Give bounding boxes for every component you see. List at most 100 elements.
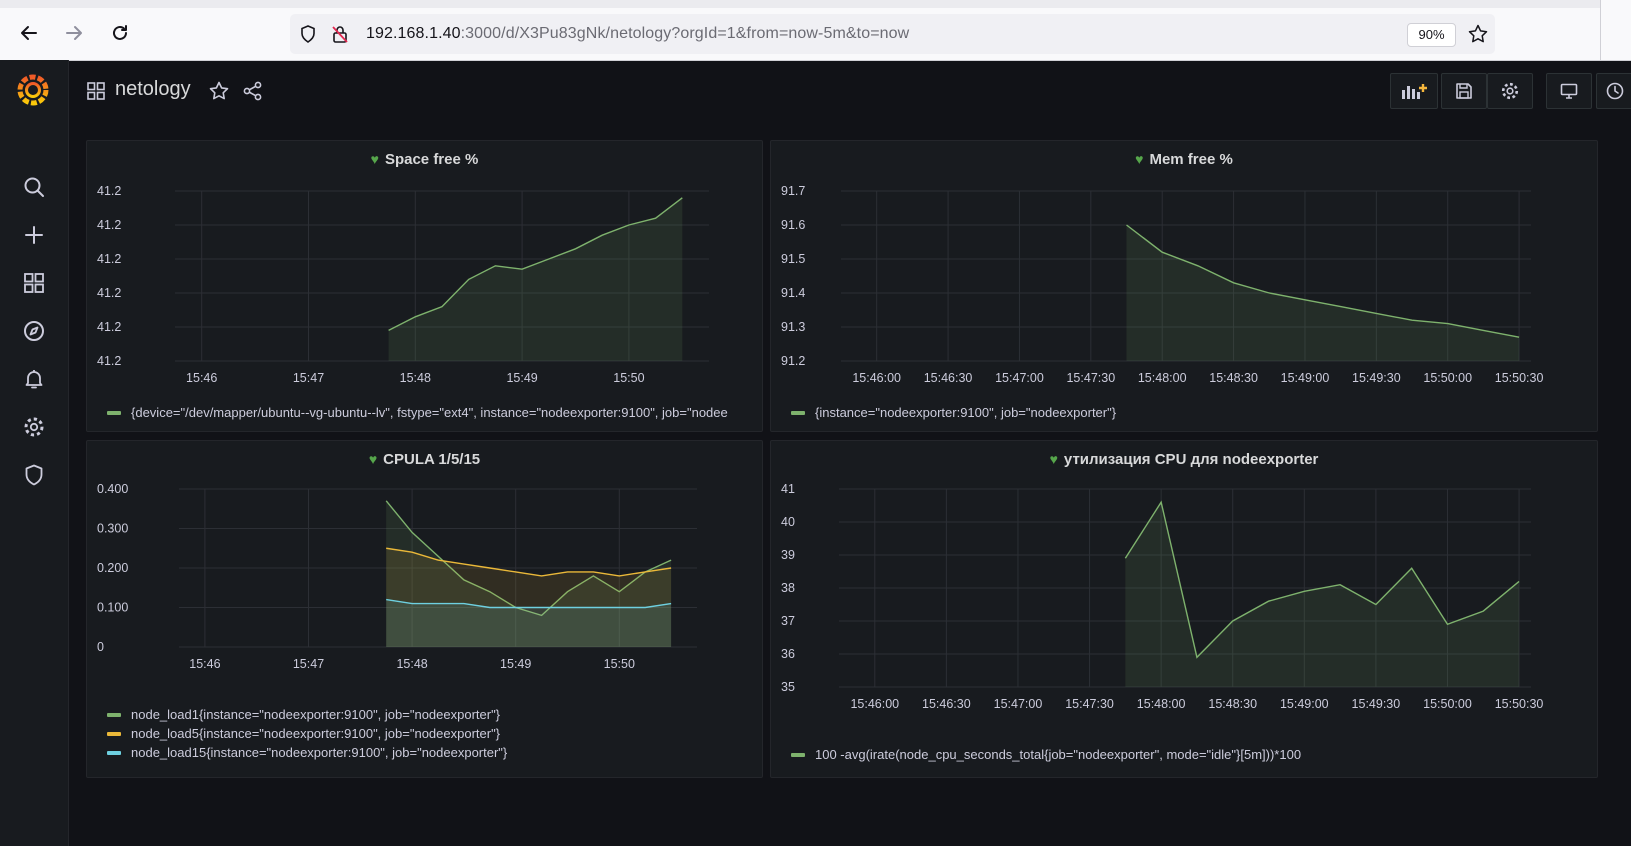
back-button[interactable] (14, 18, 44, 48)
data-point[interactable] (1410, 319, 1413, 322)
data-point[interactable] (436, 602, 439, 605)
dashboards-grid-icon[interactable] (19, 268, 49, 298)
data-point[interactable] (436, 559, 439, 562)
data-point[interactable] (440, 305, 443, 308)
legend-item[interactable]: {instance="nodeexporter:9100", job="node… (791, 403, 1571, 422)
panel-cpu-utilization[interactable]: ♥ утилизация CPU для nodeexporter 35 36 37 3… (770, 440, 1598, 778)
share-icon[interactable] (242, 80, 264, 102)
data-point[interactable] (1195, 656, 1198, 659)
data-point[interactable] (1339, 583, 1342, 586)
dashboard-settings-button[interactable] (1487, 73, 1533, 109)
data-point[interactable] (644, 606, 647, 609)
data-point[interactable] (1482, 329, 1485, 332)
data-point[interactable] (627, 223, 630, 226)
reload-button[interactable] (105, 18, 135, 48)
data-point[interactable] (514, 606, 517, 609)
compass-explore-icon[interactable] (19, 316, 49, 346)
data-point[interactable] (411, 602, 414, 605)
data-point[interactable] (566, 570, 569, 573)
data-point[interactable] (1125, 223, 1128, 226)
data-point[interactable] (488, 606, 491, 609)
time-picker-button[interactable] (1596, 73, 1631, 109)
data-point[interactable] (540, 574, 543, 577)
save-dashboard-button[interactable] (1441, 73, 1487, 109)
data-point[interactable] (1339, 305, 1342, 308)
data-point[interactable] (1446, 322, 1449, 325)
data-point[interactable] (618, 574, 621, 577)
cycle-view-mode-button[interactable] (1546, 73, 1592, 109)
legend-item[interactable]: {device="/dev/mapper/ubuntu--vg-ubuntu--… (107, 403, 747, 422)
search-icon[interactable] (19, 172, 49, 202)
data-point[interactable] (670, 566, 673, 569)
insecure-lock-icon[interactable] (330, 24, 350, 44)
legend-item[interactable]: node_load5{instance="nodeexporter:9100",… (107, 724, 747, 743)
data-point[interactable] (670, 559, 673, 562)
bookmark-star-icon[interactable] (1467, 23, 1489, 45)
data-point[interactable] (385, 547, 388, 550)
space-free-chart[interactable]: 41.2 41.2 41.2 41.2 41.2 41.2 15:46 15:47 15:48 1… (87, 141, 762, 431)
data-point[interactable] (514, 570, 517, 573)
data-point[interactable] (540, 606, 543, 609)
data-point[interactable] (1374, 603, 1377, 606)
data-point[interactable] (601, 234, 604, 237)
data-point[interactable] (436, 555, 439, 558)
cpu-utilization-chart[interactable]: 35 36 37 38 39 40 41 15:46:00 15:46:30 15:47:00 15… (771, 441, 1597, 777)
data-point[interactable] (681, 196, 684, 199)
data-point[interactable] (1482, 610, 1485, 613)
legend-item[interactable]: 100 -avg(irate(node_cpu_seconds_total{jo… (791, 745, 1571, 764)
data-point[interactable] (387, 329, 390, 332)
data-point[interactable] (1231, 619, 1234, 622)
data-point[interactable] (1124, 557, 1127, 560)
data-point[interactable] (411, 531, 414, 534)
data-point[interactable] (1375, 312, 1378, 315)
data-point[interactable] (462, 562, 465, 565)
plus-icon[interactable] (19, 220, 49, 250)
data-point[interactable] (1446, 623, 1449, 626)
mem-free-chart[interactable]: 91.2 91.3 91.4 91.5 91.6 91.7 15:46:00 15:46:30… (771, 141, 1597, 431)
data-point[interactable] (1410, 567, 1413, 570)
data-point[interactable] (618, 606, 621, 609)
data-point[interactable] (592, 570, 595, 573)
data-point[interactable] (467, 278, 470, 281)
data-point[interactable] (462, 602, 465, 605)
panel-cpu-load-average[interactable]: ♥ CPULA 1/5/15 0 0.100 0.200 0.300 0.400 15:46… (86, 440, 763, 778)
legend-item[interactable]: node_load15{instance="nodeexporter:9100"… (107, 743, 747, 762)
data-point[interactable] (670, 602, 673, 605)
data-point[interactable] (574, 247, 577, 250)
data-point[interactable] (592, 606, 595, 609)
panel-space-free[interactable]: ♥ Space free % 41.2 41.2 41.2 41.2 41.2 41.2 15… (86, 140, 763, 432)
data-point[interactable] (654, 217, 657, 220)
shield-icon[interactable] (298, 24, 318, 44)
address-bar[interactable]: 192.168.1.40:3000/d/X3Pu83gNk/netology?o… (290, 14, 1495, 54)
url-text[interactable]: 192.168.1.40:3000/d/X3Pu83gNk/netology?o… (366, 25, 909, 43)
star-favorite-icon[interactable] (208, 80, 230, 102)
data-point[interactable] (488, 566, 491, 569)
data-point[interactable] (521, 268, 524, 271)
data-point[interactable] (1232, 281, 1235, 284)
grafana-logo-icon[interactable] (16, 72, 50, 106)
data-point[interactable] (1303, 590, 1306, 593)
dashboard-title[interactable]: netology (115, 78, 191, 101)
data-point[interactable] (385, 598, 388, 601)
zoom-level-badge[interactable]: 90% (1407, 23, 1456, 47)
data-point[interactable] (494, 264, 497, 267)
gear-configuration-icon[interactable] (19, 412, 49, 442)
panel-mem-free[interactable]: ♥ Mem free % 91.2 91.3 91.4 91.5 91.6 91.7 15:4… (770, 140, 1598, 432)
data-point[interactable] (411, 551, 414, 554)
bell-alerting-icon[interactable] (19, 364, 49, 394)
shield-admin-icon[interactable] (19, 460, 49, 490)
data-point[interactable] (385, 499, 388, 502)
data-point[interactable] (1303, 298, 1306, 301)
data-point[interactable] (1518, 336, 1521, 339)
data-point[interactable] (1160, 501, 1163, 504)
data-point[interactable] (1161, 251, 1164, 254)
add-panel-button[interactable] (1390, 73, 1438, 109)
data-point[interactable] (1267, 600, 1270, 603)
data-point[interactable] (1517, 580, 1520, 583)
data-point[interactable] (566, 606, 569, 609)
data-point[interactable] (414, 315, 417, 318)
data-point[interactable] (644, 570, 647, 573)
legend-item[interactable]: node_load1{instance="nodeexporter:9100",… (107, 705, 747, 724)
data-point[interactable] (547, 257, 550, 260)
forward-button[interactable] (59, 18, 89, 48)
